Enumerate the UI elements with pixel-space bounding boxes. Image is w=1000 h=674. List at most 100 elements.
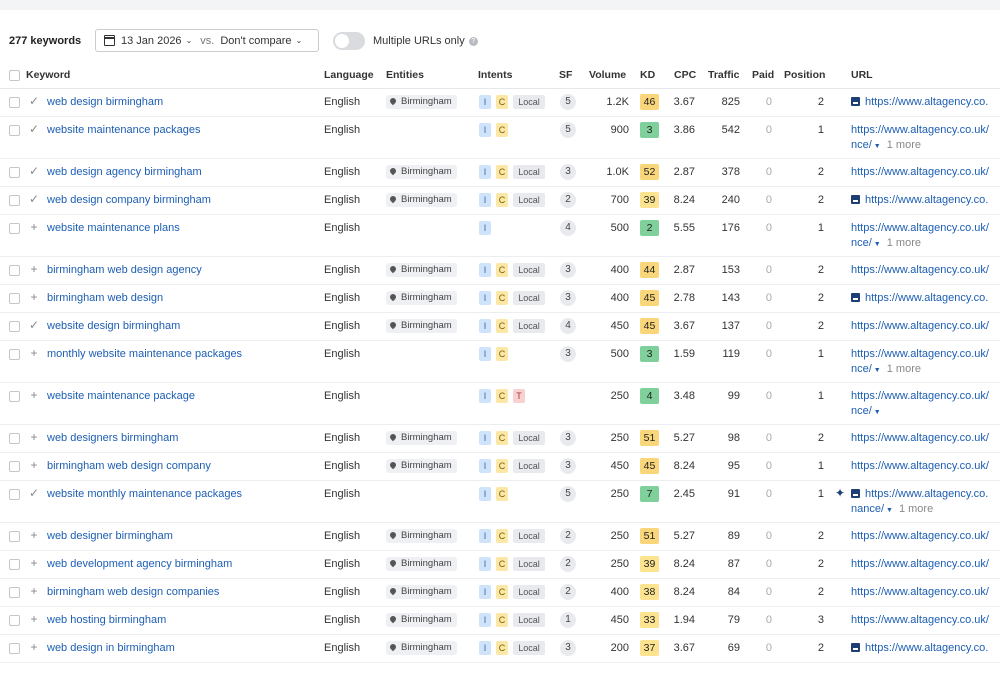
url-link[interactable]: https://www.altagency.co.	[851, 96, 988, 108]
url-text[interactable]: https://www.altagency.co.uk/	[851, 558, 989, 570]
help-icon[interactable]: ?	[468, 36, 478, 46]
url-text-2[interactable]: nce/	[851, 237, 872, 249]
entity-badge[interactable]: Birmingham	[386, 263, 457, 277]
row-checkbox[interactable]	[9, 265, 20, 276]
url-link[interactable]: https://www.altagency.co.uk/	[851, 432, 989, 444]
url-continuation[interactable]: nce/▼ 1 more	[851, 363, 921, 375]
more-urls-link[interactable]: 1 more	[887, 237, 921, 249]
sf-badge[interactable]: 3	[560, 262, 576, 278]
url-text[interactable]: https://www.altagency.co.uk/	[851, 166, 989, 178]
url-text-2[interactable]: nance/	[851, 503, 884, 515]
url-text[interactable]: https://www.altagency.co.	[865, 194, 988, 206]
keyword-link[interactable]: website design birmingham	[47, 320, 180, 332]
row-checkbox[interactable]	[9, 321, 20, 332]
add-icon[interactable]: +	[28, 584, 40, 598]
add-icon[interactable]: +	[28, 612, 40, 626]
add-icon[interactable]: +	[28, 556, 40, 570]
url-link[interactable]: https://www.altagency.co.uk/	[851, 460, 989, 472]
row-checkbox[interactable]	[9, 391, 20, 402]
multiple-urls-toggle[interactable]	[333, 32, 365, 50]
url-link[interactable]: https://www.altagency.co.uk/	[851, 530, 989, 542]
url-text[interactable]: https://www.altagency.co.uk/	[851, 614, 989, 626]
url-link[interactable]: https://www.altagency.co.uk/	[851, 558, 989, 570]
row-checkbox[interactable]	[9, 433, 20, 444]
col-kd[interactable]: KD	[640, 69, 655, 81]
entity-badge[interactable]: Birmingham	[386, 165, 457, 179]
select-all-checkbox[interactable]	[9, 70, 20, 81]
col-keyword[interactable]: Keyword	[26, 69, 70, 81]
entity-badge[interactable]: Birmingham	[386, 641, 457, 655]
sf-badge[interactable]: 2	[560, 584, 576, 600]
entity-badge[interactable]: Birmingham	[386, 557, 457, 571]
check-icon[interactable]: ✓	[28, 192, 40, 206]
sf-badge[interactable]: 5	[560, 486, 576, 502]
keyword-link[interactable]: website monthly maintenance packages	[47, 488, 242, 500]
more-urls-link[interactable]: 1 more	[887, 139, 921, 151]
col-cpc[interactable]: CPC	[674, 69, 696, 81]
caret-down-icon[interactable]: ▼	[886, 507, 893, 514]
keyword-link[interactable]: web designer birmingham	[47, 530, 173, 542]
url-continuation[interactable]: nce/▼ 1 more	[851, 237, 921, 249]
more-urls-link[interactable]: 1 more	[899, 503, 933, 515]
sf-badge[interactable]: 3	[560, 640, 576, 656]
row-checkbox[interactable]	[9, 125, 20, 136]
entity-badge[interactable]: Birmingham	[386, 431, 457, 445]
caret-down-icon[interactable]: ▼	[874, 241, 881, 248]
entity-badge[interactable]: Birmingham	[386, 291, 457, 305]
entity-badge[interactable]: Birmingham	[386, 319, 457, 333]
url-continuation[interactable]: nance/▼ 1 more	[851, 503, 933, 515]
url-text[interactable]: https://www.altagency.co.uk/	[851, 432, 989, 444]
keyword-link[interactable]: web design in birmingham	[47, 642, 175, 654]
add-icon[interactable]: +	[28, 458, 40, 472]
sf-badge[interactable]: 2	[560, 528, 576, 544]
caret-down-icon[interactable]: ▼	[874, 367, 881, 374]
keyword-link[interactable]: website maintenance packages	[47, 124, 200, 136]
url-text[interactable]: https://www.altagency.co.uk/	[851, 390, 989, 402]
col-language[interactable]: Language	[324, 69, 374, 81]
add-icon[interactable]: +	[28, 640, 40, 654]
keyword-link[interactable]: web development agency birmingham	[47, 558, 232, 570]
url-link[interactable]: https://www.altagency.co.uk/	[851, 166, 989, 178]
sf-badge[interactable]: 3	[560, 290, 576, 306]
col-volume[interactable]: Volume	[589, 69, 626, 81]
row-checkbox[interactable]	[9, 349, 20, 360]
row-checkbox[interactable]	[9, 195, 20, 206]
check-icon[interactable]: ✓	[28, 318, 40, 332]
more-urls-link[interactable]: 1 more	[887, 363, 921, 375]
check-icon[interactable]: ✓	[28, 164, 40, 178]
row-checkbox[interactable]	[9, 97, 20, 108]
entity-badge[interactable]: Birmingham	[386, 95, 457, 109]
keyword-link[interactable]: monthly website maintenance packages	[47, 348, 242, 360]
keyword-link[interactable]: web design birmingham	[47, 96, 163, 108]
sf-badge[interactable]: 3	[560, 430, 576, 446]
row-checkbox[interactable]	[9, 643, 20, 654]
url-link[interactable]: https://www.altagency.co.uk/	[851, 614, 989, 626]
keyword-link[interactable]: website maintenance plans	[47, 222, 180, 234]
keyword-link[interactable]: web hosting birmingham	[47, 614, 166, 626]
entity-badge[interactable]: Birmingham	[386, 459, 457, 473]
url-text[interactable]: https://www.altagency.co.uk/	[851, 320, 989, 332]
sf-badge[interactable]: 2	[560, 556, 576, 572]
sf-badge[interactable]: 3	[560, 346, 576, 362]
col-entities[interactable]: Entities	[386, 69, 424, 81]
sf-badge[interactable]: 5	[560, 122, 576, 138]
add-icon[interactable]: +	[28, 290, 40, 304]
caret-down-icon[interactable]: ▼	[874, 409, 881, 416]
row-checkbox[interactable]	[9, 559, 20, 570]
check-icon[interactable]: ✓	[28, 486, 40, 500]
url-link[interactable]: https://www.altagency.co.uk/	[851, 320, 989, 332]
url-link[interactable]: https://www.altagency.co.	[851, 292, 988, 304]
entity-badge[interactable]: Birmingham	[386, 613, 457, 627]
sf-badge[interactable]: 5	[560, 94, 576, 110]
url-text[interactable]: https://www.altagency.co.uk/	[851, 530, 989, 542]
url-link[interactable]: https://www.altagency.co.uk/	[851, 586, 989, 598]
url-text[interactable]: https://www.altagency.co.uk/	[851, 460, 989, 472]
col-url[interactable]: URL	[851, 69, 873, 81]
row-checkbox[interactable]	[9, 223, 20, 234]
sf-badge[interactable]: 3	[560, 458, 576, 474]
url-link[interactable]: https://www.altagency.co.uk/	[851, 390, 989, 402]
url-text-2[interactable]: nce/	[851, 405, 872, 417]
row-checkbox[interactable]	[9, 615, 20, 626]
row-checkbox[interactable]	[9, 167, 20, 178]
add-icon[interactable]: +	[28, 220, 40, 234]
